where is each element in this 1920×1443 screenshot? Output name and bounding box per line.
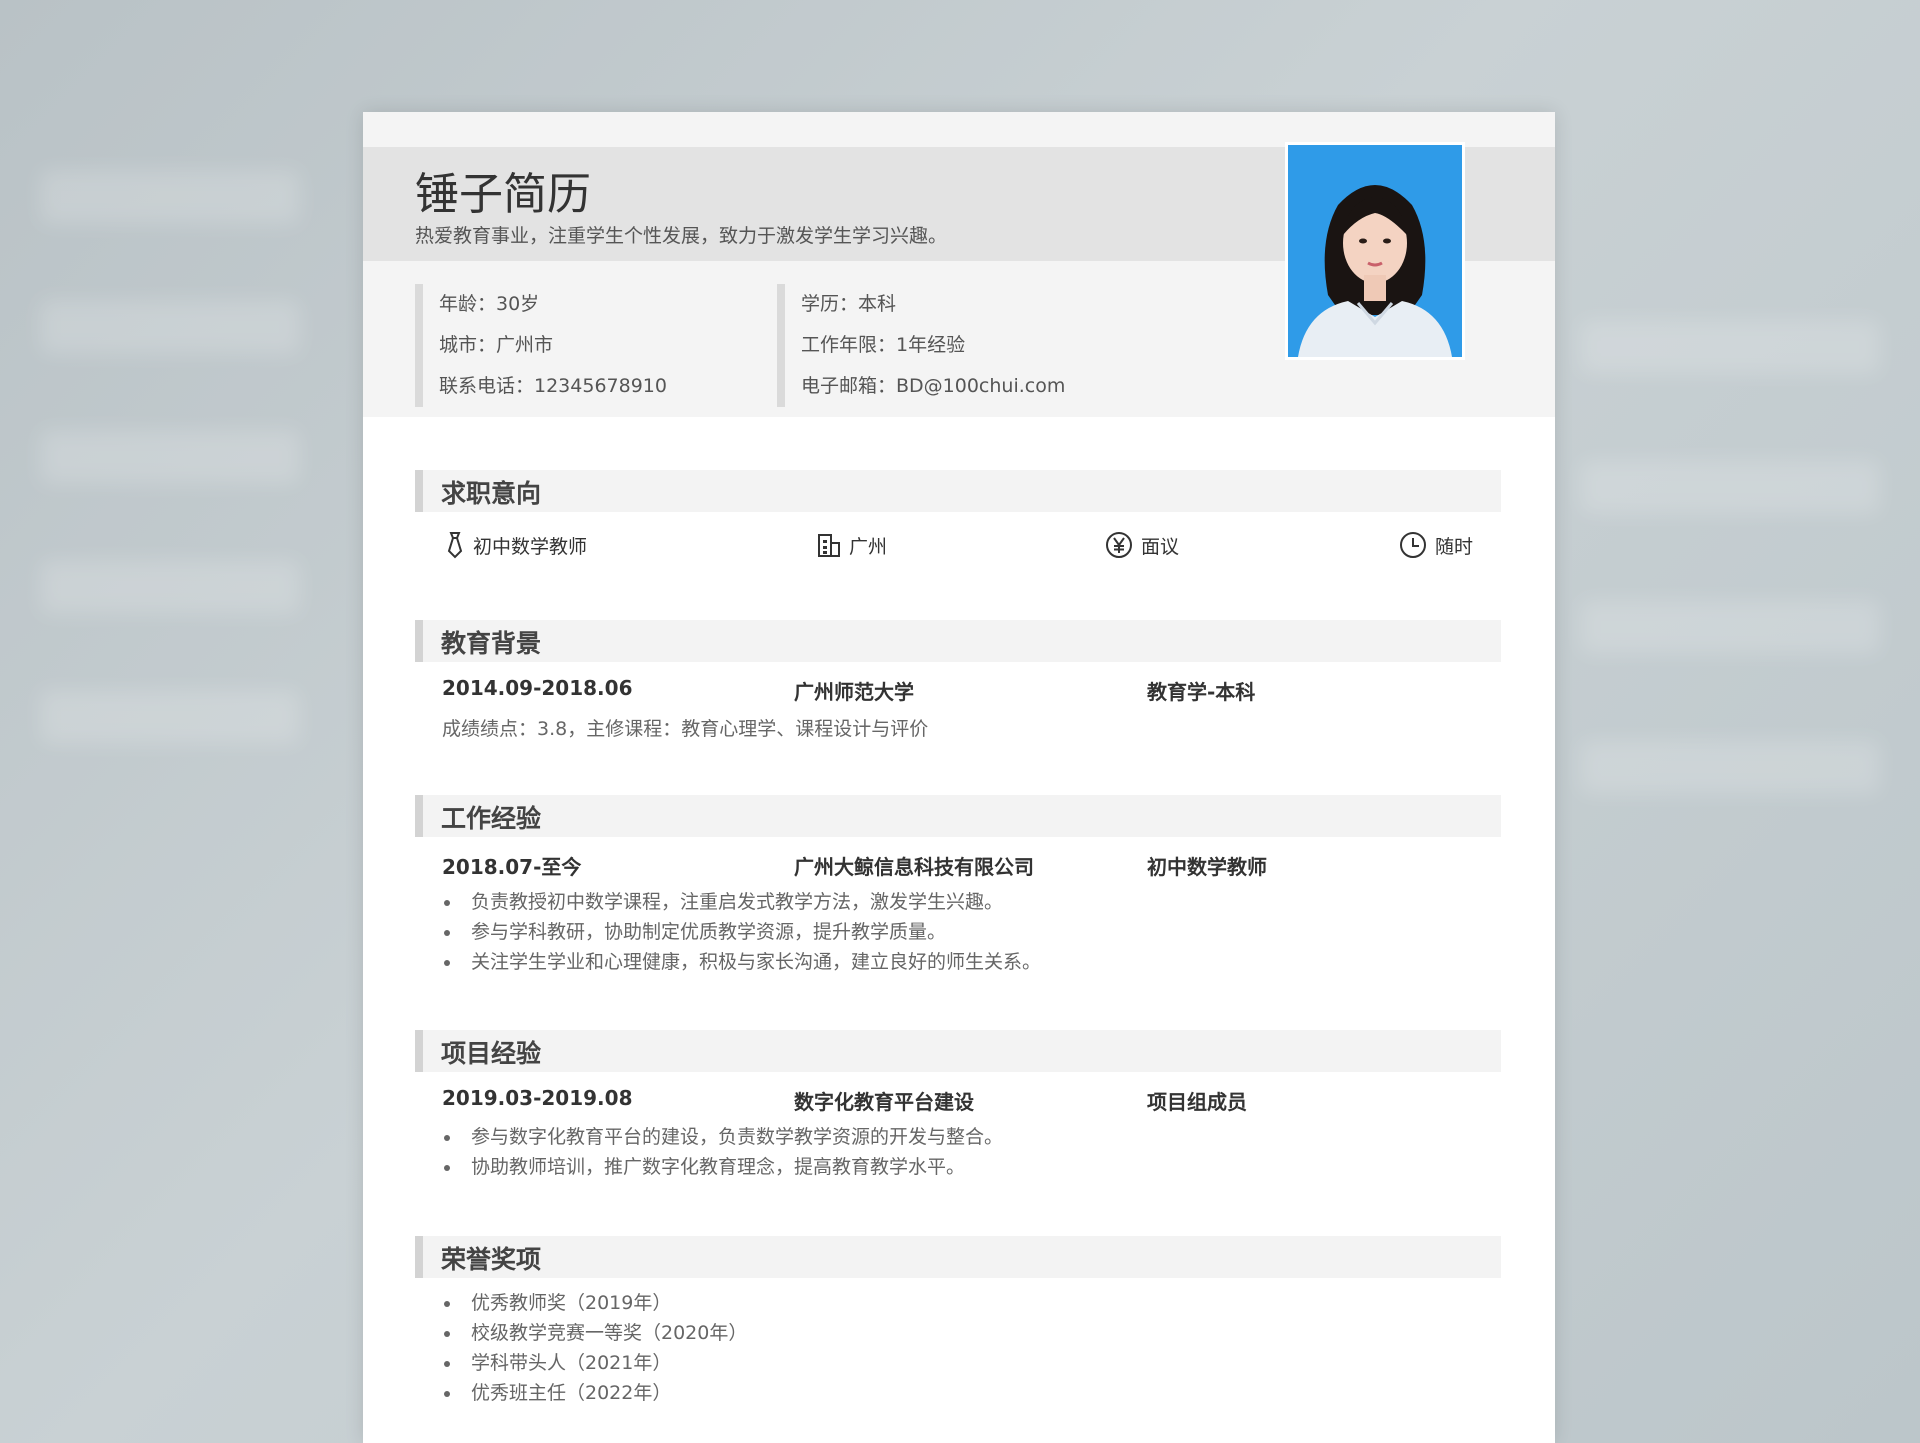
project-period: 2019.03-2019.08 <box>442 1086 633 1110</box>
project-role: 项目组成员 <box>1147 1090 1247 1114</box>
profile-photo <box>1285 142 1465 360</box>
tie-icon <box>447 532 463 559</box>
background-shadow <box>1580 740 1880 794</box>
section-title: 项目经验 <box>441 1039 542 1068</box>
resume-title: 锤子简历 <box>415 169 591 220</box>
info-city: 城市：广州市 <box>439 334 554 356</box>
background-shadow <box>1580 600 1880 654</box>
list-item: 参与数字化教育平台的建设，负责数学教学资源的开发与整合。 <box>442 1122 1003 1152</box>
background-shadow <box>40 300 300 354</box>
education-period: 2014.09-2018.06 <box>442 676 633 700</box>
intent-city: 广州 <box>817 530 887 560</box>
clock-icon <box>1400 532 1426 558</box>
education-degree: 教育学-本科 <box>1147 680 1256 704</box>
info-column-left: 年龄：30岁 城市：广州市 联系电话：12345678910 <box>415 284 667 407</box>
section-header-intent: 求职意向 <box>415 470 1501 512</box>
intent-position: 初中数学教师 <box>445 530 587 560</box>
section-title: 工作经验 <box>441 804 542 833</box>
list-item: 优秀教师奖（2019年） <box>442 1288 747 1318</box>
section-header-education: 教育背景 <box>415 620 1501 662</box>
list-item: 校级教学竞赛一等奖（2020年） <box>442 1318 747 1348</box>
section-title: 荣誉奖项 <box>441 1245 542 1274</box>
intent-availability: 随时 <box>1399 530 1473 560</box>
intent-salary: 面议 <box>1105 530 1179 560</box>
project-name: 数字化教育平台建设 <box>794 1090 974 1114</box>
intent-city-label: 广州 <box>849 535 888 558</box>
list-item: 关注学生学业和心理健康，积极与家长沟通，建立良好的师生关系。 <box>442 947 1041 977</box>
info-age: 年龄：30岁 <box>439 293 540 315</box>
work-company: 广州大鲸信息科技有限公司 <box>794 855 1034 879</box>
work-period: 2018.07-至今 <box>442 855 582 879</box>
section-header-project: 项目经验 <box>415 1030 1501 1072</box>
work-bullet-list: 负责教授初中数学课程，注重启发式教学方法，激发学生兴趣。 参与学科教研，协助制定… <box>442 887 1041 977</box>
intent-salary-label: 面议 <box>1141 535 1180 558</box>
work-position: 初中数学教师 <box>1147 855 1267 879</box>
background-shadow <box>1580 320 1880 374</box>
list-item: 优秀班主任（2022年） <box>442 1378 747 1408</box>
resume-page: 锤子简历 热爱教育事业，注重学生个性发展，致力于激发学生学习兴趣。 年龄：30岁… <box>363 112 1555 1443</box>
education-school: 广州师范大学 <box>794 680 914 704</box>
background-shadow <box>40 430 300 484</box>
portrait-image <box>1288 145 1462 357</box>
list-item: 参与学科教研，协助制定优质教学资源，提升教学质量。 <box>442 917 1041 947</box>
background-shadow <box>1580 460 1880 514</box>
info-email: 电子邮箱：BD@100chui.com <box>801 375 1066 397</box>
info-column-right: 学历：本科 工作年限：1年经验 电子邮箱：BD@100chui.com <box>777 284 1065 407</box>
building-icon <box>818 534 840 557</box>
info-phone: 联系电话：12345678910 <box>439 375 667 397</box>
section-title: 求职意向 <box>441 479 542 508</box>
education-description: 成绩绩点：3.8，主修课程：教育心理学、课程设计与评价 <box>442 718 929 740</box>
resume-motto: 热爱教育事业，注重学生个性发展，致力于激发学生学习兴趣。 <box>415 225 948 247</box>
info-education: 学历：本科 <box>801 293 897 315</box>
info-experience-years: 工作年限：1年经验 <box>801 334 966 356</box>
section-header-honors: 荣誉奖项 <box>415 1236 1501 1278</box>
list-item: 学科带头人（2021年） <box>442 1348 747 1378</box>
honors-bullet-list: 优秀教师奖（2019年） 校级教学竞赛一等奖（2020年） 学科带头人（2021… <box>442 1288 747 1408</box>
project-bullet-list: 参与数字化教育平台的建设，负责数学教学资源的开发与整合。 协助教师培训，推广数字… <box>442 1122 1003 1182</box>
intent-position-label: 初中数学教师 <box>473 535 588 558</box>
background-shadow <box>40 560 300 614</box>
list-item: 负责教授初中数学课程，注重启发式教学方法，激发学生兴趣。 <box>442 887 1041 917</box>
section-title: 教育背景 <box>441 629 542 658</box>
list-item: 协助教师培训，推广数字化教育理念，提高教育教学水平。 <box>442 1152 1003 1182</box>
section-header-work: 工作经验 <box>415 795 1501 837</box>
yen-icon <box>1106 532 1132 558</box>
background-shadow <box>40 170 300 224</box>
intent-availability-label: 随时 <box>1435 535 1474 558</box>
background-shadow <box>40 690 300 744</box>
